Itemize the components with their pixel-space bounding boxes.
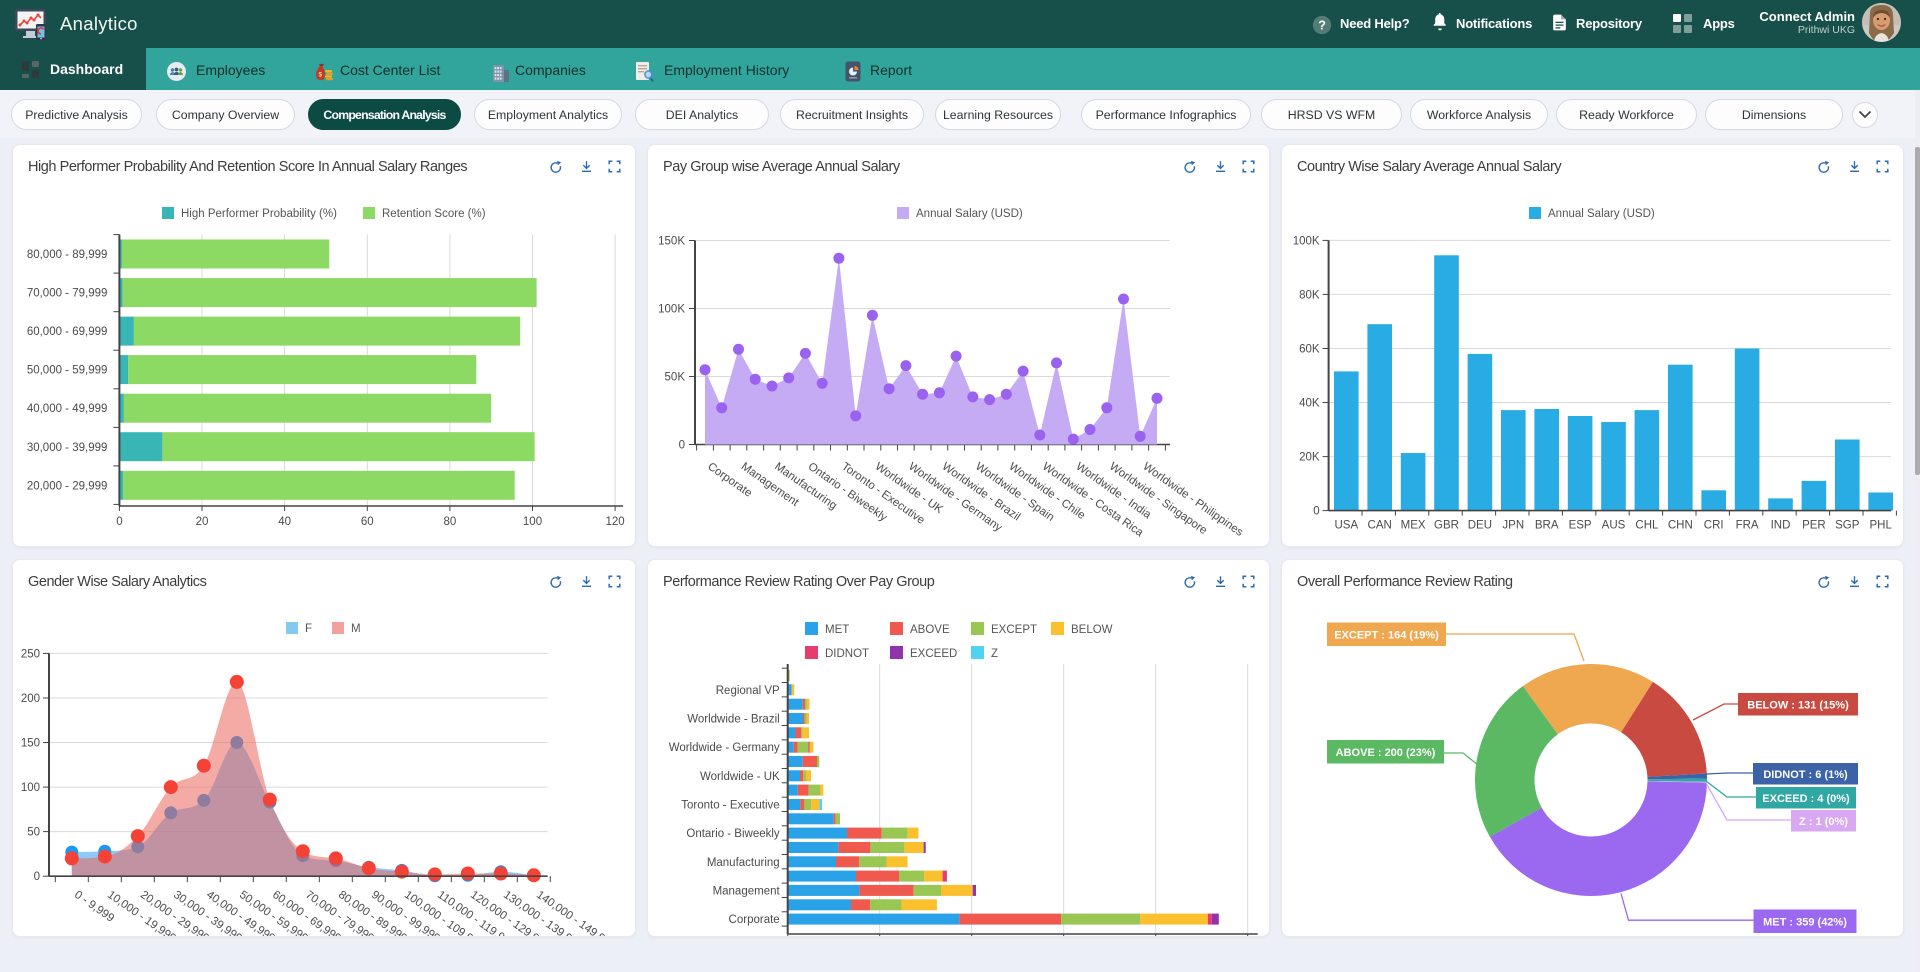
svg-text:?: ? <box>1318 18 1326 33</box>
svg-text:120: 120 <box>606 516 625 528</box>
svg-text:100K: 100K <box>1293 235 1320 247</box>
svg-text:DIDNOT: DIDNOT <box>825 648 869 660</box>
svg-text:80K: 80K <box>1299 289 1320 301</box>
svg-text:100: 100 <box>21 782 40 794</box>
svg-text:BRA: BRA <box>1535 520 1559 532</box>
svg-text:60: 60 <box>361 516 374 528</box>
svg-text:20,000 - 29,999: 20,000 - 29,999 <box>27 480 108 492</box>
svg-text:Worldwide - Germany: Worldwide - Germany <box>669 742 780 754</box>
svg-text:M: M <box>351 623 361 635</box>
svg-text:PER: PER <box>1802 520 1826 532</box>
svg-text:DIDNOT : 6 (1%): DIDNOT : 6 (1%) <box>1763 769 1848 781</box>
svg-text:CRI: CRI <box>1704 520 1724 532</box>
svg-text:250: 250 <box>21 648 40 660</box>
svg-text:60K: 60K <box>1299 344 1320 356</box>
svg-text:GBR: GBR <box>1434 520 1459 532</box>
svg-text:Corporate: Corporate <box>729 914 780 926</box>
svg-text:Annual Salary (USD): Annual Salary (USD) <box>1548 208 1655 220</box>
svg-text:BELOW: BELOW <box>1071 624 1113 636</box>
svg-text:Worldwide - Brazil: Worldwide - Brazil <box>687 714 779 726</box>
svg-text:40K: 40K <box>1299 398 1320 410</box>
svg-text:ESP: ESP <box>1569 520 1592 532</box>
svg-text:150K: 150K <box>658 236 685 248</box>
svg-text:Ontario - Biweekly: Ontario - Biweekly <box>686 828 780 840</box>
svg-text:70,000 - 79,999: 70,000 - 79,999 <box>27 288 108 300</box>
svg-text:Manufacturing: Manufacturing <box>707 857 780 869</box>
svg-text:40,000 - 49,999: 40,000 - 49,999 <box>27 403 108 415</box>
svg-text:High Performer Probability (%): High Performer Probability (%) <box>181 208 337 220</box>
svg-text:0: 0 <box>679 440 685 452</box>
svg-text:MEX: MEX <box>1401 520 1426 532</box>
svg-text:Z : 1 (0%): Z : 1 (0%) <box>1799 816 1848 828</box>
svg-text:EXCEED : 4 (0%): EXCEED : 4 (0%) <box>1762 793 1850 805</box>
svg-text:F: F <box>305 623 312 635</box>
svg-text:200: 200 <box>21 693 40 705</box>
svg-text:40: 40 <box>278 516 291 528</box>
svg-text:EXCEPT: EXCEPT <box>991 624 1037 636</box>
svg-text:Annual Salary (USD): Annual Salary (USD) <box>916 208 1023 220</box>
svg-text:CHL: CHL <box>1635 520 1659 532</box>
svg-text:PHL: PHL <box>1870 520 1893 532</box>
svg-text:CHN: CHN <box>1668 520 1693 532</box>
svg-text:80: 80 <box>444 516 457 528</box>
svg-text:0: 0 <box>34 871 40 883</box>
svg-text:Z: Z <box>991 648 998 660</box>
svg-text:BELOW : 131 (15%): BELOW : 131 (15%) <box>1747 699 1849 711</box>
svg-text:150: 150 <box>21 738 40 750</box>
svg-text:100: 100 <box>523 516 542 528</box>
svg-text:50K: 50K <box>665 372 686 384</box>
svg-text:Worldwide - UK: Worldwide - UK <box>700 771 780 783</box>
svg-text:0: 0 <box>116 516 122 528</box>
svg-text:MET: MET <box>825 624 849 636</box>
svg-text:Toronto - Executive: Toronto - Executive <box>681 800 779 812</box>
svg-text:30,000 - 39,999: 30,000 - 39,999 <box>27 442 108 454</box>
svg-text:FRA: FRA <box>1736 520 1759 532</box>
svg-text:50: 50 <box>27 827 40 839</box>
svg-text:80,000 - 89,999: 80,000 - 89,999 <box>27 249 108 261</box>
svg-text:100K: 100K <box>658 304 685 316</box>
svg-text:Retention Score (%): Retention Score (%) <box>382 208 486 220</box>
svg-text:IND: IND <box>1771 520 1791 532</box>
svg-text:20K: 20K <box>1299 452 1320 464</box>
svg-text:Management: Management <box>713 885 781 897</box>
svg-text:SGP: SGP <box>1835 520 1860 532</box>
svg-text:EXCEPT : 164 (19%): EXCEPT : 164 (19%) <box>1334 629 1439 641</box>
svg-text:DEU: DEU <box>1468 520 1492 532</box>
svg-text:CAN: CAN <box>1368 520 1392 532</box>
svg-text:$: $ <box>318 72 322 79</box>
svg-text:20: 20 <box>196 516 209 528</box>
svg-text:USA: USA <box>1334 520 1358 532</box>
svg-text:50,000 - 59,999: 50,000 - 59,999 <box>27 365 108 377</box>
svg-text:AUS: AUS <box>1602 520 1626 532</box>
svg-text:ABOVE : 200 (23%): ABOVE : 200 (23%) <box>1336 747 1436 759</box>
svg-text:ABOVE: ABOVE <box>910 624 950 636</box>
svg-text:EXCEED: EXCEED <box>910 648 957 660</box>
svg-text:JPN: JPN <box>1502 520 1524 532</box>
svg-text:MET : 359 (42%): MET : 359 (42%) <box>1763 916 1847 928</box>
svg-text:60,000 - 69,999: 60,000 - 69,999 <box>27 326 108 338</box>
svg-text:0: 0 <box>1313 506 1319 518</box>
svg-text:Regional VP: Regional VP <box>716 685 780 697</box>
